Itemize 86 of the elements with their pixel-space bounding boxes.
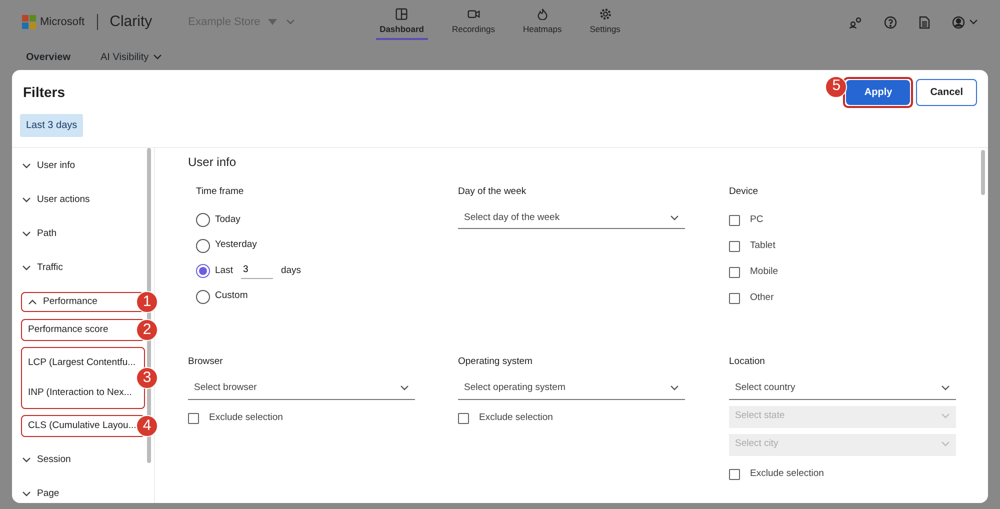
field-label: Device — [729, 185, 760, 199]
chevron-icon — [941, 413, 950, 419]
checkbox[interactable] — [729, 292, 740, 304]
radio-label: Today — [215, 212, 240, 227]
callout-badge: 5 — [825, 76, 848, 98]
dashboard-icon — [395, 8, 408, 20]
subnav-tab[interactable]: Overview — [26, 50, 70, 64]
checkbox[interactable] — [729, 469, 740, 480]
logo-icon — [22, 15, 36, 29]
checkbox-label: Exclude selection — [209, 411, 283, 426]
callout-badge: 4 — [136, 415, 158, 437]
gear-icon — [598, 8, 612, 20]
radio-label: Last — [215, 264, 233, 278]
people-icon — [849, 16, 862, 28]
subnav-tab[interactable]: AI Visibility — [100, 50, 162, 64]
sidebar-item[interactable]: Traffic — [12, 251, 142, 285]
chevron-icon — [22, 457, 31, 463]
chevron-icon — [22, 491, 31, 497]
checkbox-label: Tablet — [750, 239, 776, 254]
radio-button[interactable] — [196, 238, 210, 252]
section-title: User info — [188, 154, 238, 171]
avatar-icon — [952, 16, 965, 28]
scrollbar[interactable] — [981, 150, 985, 195]
video-camera-icon — [466, 8, 480, 20]
chevron-icon — [400, 385, 409, 391]
radio-label: Custom — [215, 289, 248, 304]
field-label: Day of the week — [458, 185, 528, 199]
nav-tab[interactable]: Heatmaps — [518, 2, 566, 40]
filter-chip[interactable]: Last 3 days — [20, 114, 84, 137]
chevron-icon — [969, 19, 978, 25]
dialog-title: Filters — [23, 82, 66, 102]
radio-button[interactable] — [196, 213, 210, 227]
radio-label: Yesterday — [215, 238, 257, 252]
chevron-icon — [670, 214, 679, 221]
sidebar-item[interactable]: User info — [12, 149, 142, 183]
checkbox-label: Other — [750, 291, 774, 306]
sidebar-item[interactable]: Performance — [22, 293, 144, 311]
chevron-icon — [22, 163, 31, 169]
checkbox-label: Mobile — [750, 265, 778, 280]
radio-button[interactable] — [196, 264, 210, 278]
radio-button[interactable] — [196, 290, 210, 304]
chevron-icon — [285, 19, 296, 25]
checkbox[interactable] — [188, 413, 199, 424]
sidebar-subitem[interactable]: CLS (Cumulative Layou... — [22, 416, 144, 436]
field-label: Browser — [188, 355, 224, 370]
checkbox-label: Exclude selection — [750, 467, 824, 482]
chevron-icon — [22, 197, 31, 203]
dropdown: Select city — [729, 434, 956, 456]
callout-badge: 3 — [136, 367, 158, 389]
field-label: Time frame — [196, 185, 245, 199]
field-label: Location — [729, 355, 766, 370]
unit-label: days — [280, 264, 302, 278]
flame-icon — [536, 8, 549, 20]
chevron-icon — [941, 441, 950, 447]
chevron-icon — [152, 54, 162, 60]
help-icon — [884, 16, 897, 28]
checkbox[interactable] — [729, 240, 740, 252]
checkbox[interactable] — [729, 214, 740, 226]
brand-name: Microsoft — [40, 14, 85, 30]
checkbox-label: PC — [750, 213, 764, 228]
checkbox[interactable] — [729, 266, 740, 278]
chevron-icon — [22, 231, 31, 237]
sidebar-subitem[interactable]: Performance score — [22, 320, 144, 340]
product-name: Clarity — [110, 12, 152, 32]
dropdown: Select state — [729, 406, 956, 428]
days-input[interactable]: 3 — [240, 263, 273, 279]
caret-icon — [268, 19, 278, 25]
nav-tab[interactable]: Recordings — [448, 2, 499, 40]
chevron-icon — [941, 385, 950, 391]
sidebar-item[interactable]: Path — [12, 217, 142, 251]
document-icon — [919, 16, 930, 28]
nav-tab[interactable]: Settings — [586, 2, 624, 40]
checkbox[interactable] — [458, 413, 469, 424]
cancel-button[interactable]: Cancel — [916, 78, 977, 106]
callout-badge: 2 — [136, 319, 158, 341]
field-label: Operating system — [458, 355, 534, 370]
checkbox-label: Exclude selection — [479, 411, 553, 426]
apply-button[interactable]: Apply — [846, 80, 910, 104]
chevron-icon — [670, 385, 679, 391]
chevron-icon — [22, 265, 31, 271]
sidebar-item[interactable]: User actions — [12, 183, 142, 217]
sidebar-item[interactable]: Page — [12, 477, 142, 503]
nav-tab[interactable]: Dashboard — [376, 2, 428, 40]
sidebar-item[interactable]: Session — [12, 443, 142, 477]
chevron-icon — [28, 299, 37, 305]
callout-badge: 1 — [136, 291, 158, 313]
